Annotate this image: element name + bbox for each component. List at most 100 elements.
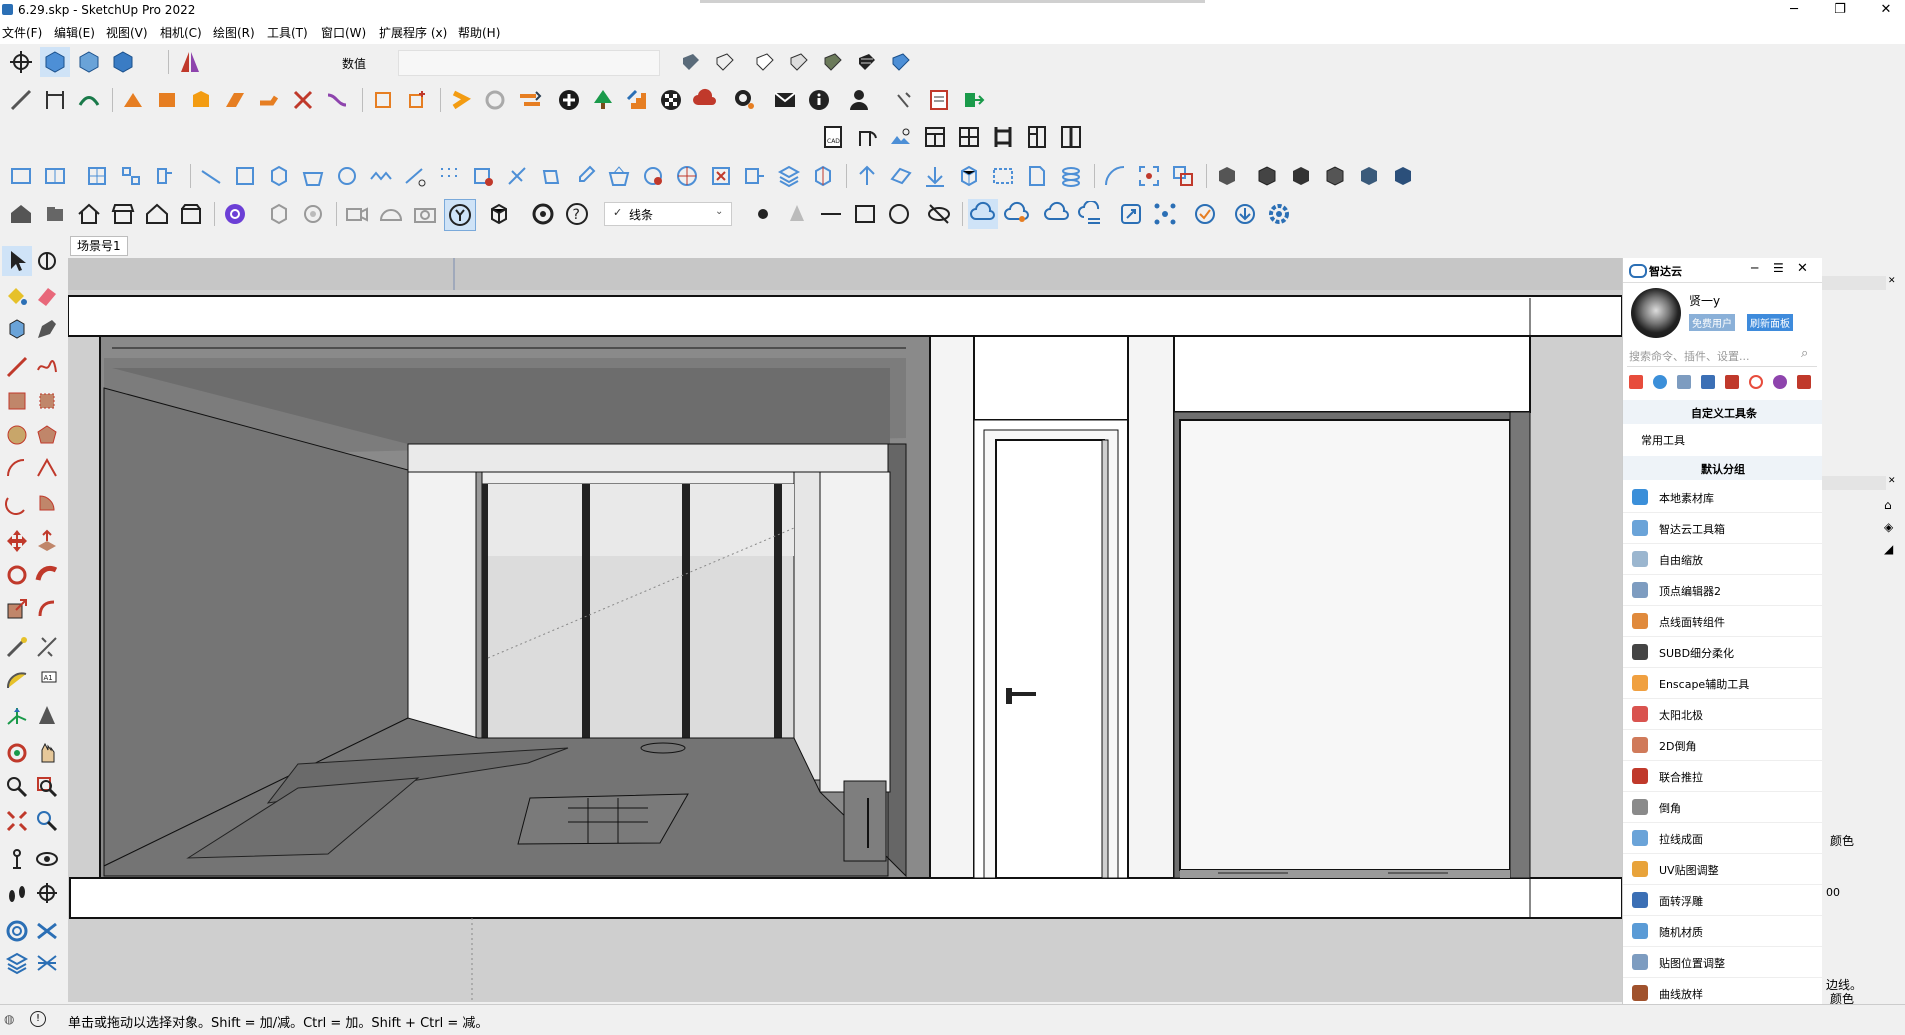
blue-stack-icon[interactable] [774, 161, 804, 191]
blue-rotate-icon[interactable] [150, 161, 180, 191]
blue-curve-icon[interactable] [332, 161, 362, 191]
follow-icon[interactable] [74, 85, 104, 115]
arc-icon[interactable] [2, 454, 32, 484]
plugin-list-item[interactable]: 倒角 [1623, 792, 1823, 823]
refresh-panel-button[interactable]: 刷新面板 [1747, 314, 1793, 331]
cloud-upload-icon[interactable] [690, 85, 720, 115]
add-circle-icon[interactable] [554, 85, 584, 115]
tray-cube-icon[interactable]: ◈ [1884, 520, 1893, 534]
blue-plane-icon[interactable] [886, 161, 916, 191]
settings-gears-icon[interactable] [730, 85, 760, 115]
user-icon[interactable] [844, 85, 874, 115]
menu-draw[interactable]: 绘图(R) [213, 24, 255, 41]
line-red-icon[interactable] [2, 352, 32, 382]
face-style-shaded-icon[interactable] [784, 47, 814, 77]
quick-globe-icon[interactable] [1773, 375, 1787, 389]
circle-outline-icon[interactable] [884, 199, 914, 229]
menu-file[interactable]: 文件(F) [2, 24, 42, 41]
rotate-door-icon[interactable] [852, 122, 882, 152]
pushpull-icon[interactable] [32, 526, 62, 556]
plugin-list-item[interactable]: 面转浮雕 [1623, 885, 1823, 916]
avatar[interactable] [1631, 288, 1681, 338]
download-circle-icon[interactable] [1230, 199, 1260, 229]
plugin-list-item[interactable]: 联合推拉 [1623, 761, 1823, 792]
plugin-list-item[interactable]: 自由缩放 [1623, 544, 1823, 575]
settings-gear-icon[interactable] [1264, 199, 1294, 229]
camera-video-icon[interactable] [342, 199, 372, 229]
text-label-icon[interactable]: A1 [32, 666, 62, 696]
tape-icon[interactable] [2, 632, 32, 662]
cloud-share-icon[interactable] [1002, 199, 1032, 229]
cloud-sync-icon[interactable] [968, 199, 998, 229]
solid-box1-icon[interactable] [1212, 161, 1242, 191]
check-circle-icon[interactable] [1190, 199, 1220, 229]
frame-plus-icon[interactable] [402, 85, 432, 115]
blue-coil-icon[interactable] [1056, 161, 1086, 191]
3d-text-icon[interactable] [32, 700, 62, 730]
select-arrow-icon[interactable] [2, 246, 32, 276]
freehand-icon[interactable] [32, 352, 62, 382]
blue-dots-icon[interactable] [434, 161, 464, 191]
refresh-icon[interactable] [480, 85, 510, 115]
plugin-list-item[interactable]: 顶点编辑器2 [1623, 575, 1823, 606]
orbit-icon[interactable] [32, 246, 62, 276]
cone-icon[interactable] [782, 199, 812, 229]
dot-icon[interactable] [748, 199, 778, 229]
solid-box3-icon[interactable] [1286, 161, 1316, 191]
twist-icon[interactable] [322, 85, 352, 115]
blue-close-box-icon[interactable] [706, 161, 736, 191]
plugin-list-item[interactable]: 拉线成面 [1623, 823, 1823, 854]
pie-icon[interactable] [32, 488, 62, 518]
blue-split-icon[interactable] [116, 161, 146, 191]
menu-view[interactable]: 视图(V) [106, 24, 148, 41]
blue-door-icon[interactable] [6, 161, 36, 191]
blue-slash-icon[interactable] [400, 161, 430, 191]
blue-page-icon[interactable] [1022, 161, 1052, 191]
arc2-icon[interactable] [32, 454, 62, 484]
plugin-list-item[interactable]: UV贴图调整 [1623, 854, 1823, 885]
blue-dashed-box-icon[interactable] [988, 161, 1018, 191]
quick-axis-icon[interactable] [1653, 375, 1667, 389]
blue-down-icon[interactable] [920, 161, 950, 191]
paint-bucket-icon[interactable] [2, 280, 32, 310]
orbit-tool-icon[interactable] [2, 738, 32, 768]
dash-line-icon[interactable] [816, 199, 846, 229]
followme-icon[interactable] [32, 560, 62, 590]
plugin-list-item[interactable]: 曲线放样 [1623, 978, 1823, 1004]
network-icon[interactable] [1150, 199, 1180, 229]
eraser-icon[interactable] [32, 280, 62, 310]
quick-dots-icon[interactable] [1677, 375, 1691, 389]
position-camera-icon[interactable] [2, 844, 32, 874]
plugin-list-item[interactable]: 随机材质 [1623, 916, 1823, 947]
zoom-previous-icon[interactable] [32, 806, 62, 836]
transfer-icon[interactable] [514, 85, 544, 115]
minimize-icon[interactable]: ─ [1771, 0, 1817, 20]
search-input[interactable]: 搜索命令、插件、设置... ⌕ [1627, 344, 1817, 367]
panel-menu-icon[interactable]: ☰ [1773, 261, 1784, 275]
blue-mask-icon[interactable] [638, 161, 668, 191]
right-view-icon[interactable] [108, 47, 138, 77]
scale-icon[interactable] [2, 594, 32, 624]
rotated-rect-icon[interactable] [32, 386, 62, 416]
axes-tool-icon[interactable] [2, 700, 32, 730]
undo-line-icon[interactable] [890, 85, 920, 115]
cabinet-icon[interactable] [920, 122, 950, 152]
iso-view-icon[interactable] [40, 47, 70, 77]
checker-icon[interactable] [656, 85, 686, 115]
resize-box-icon[interactable] [1116, 199, 1146, 229]
layers-icon[interactable] [2, 948, 32, 978]
quick-down-icon[interactable] [1797, 375, 1811, 389]
menu-tools[interactable]: 工具(T) [267, 24, 308, 41]
pencil-icon[interactable] [32, 314, 62, 344]
blue-cube2-icon[interactable] [954, 161, 984, 191]
y-axis-tool-icon[interactable] [444, 199, 476, 231]
house-outline-icon[interactable] [142, 199, 172, 229]
blue-grid-icon[interactable] [82, 161, 112, 191]
menu-extensions[interactable]: 扩展程序 (x) [379, 24, 447, 41]
blue-globe-icon[interactable] [672, 161, 702, 191]
tray-close-icon-1[interactable]: ✕ [1888, 276, 1896, 286]
grey-sphere-icon[interactable] [298, 199, 328, 229]
quick-box-icon[interactable] [1725, 375, 1739, 389]
purple-q-icon[interactable] [220, 199, 250, 229]
help-circle-icon[interactable]: ? [562, 199, 592, 229]
